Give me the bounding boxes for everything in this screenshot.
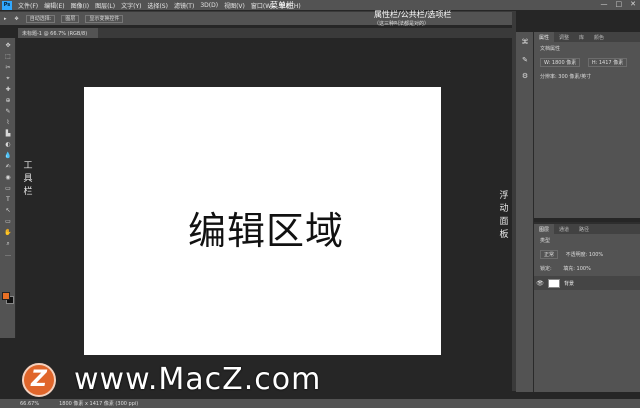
tab-channels[interactable]: 通道	[554, 224, 574, 234]
status-bar: 66.67% 1800 像素 x 1417 像素 (300 ppi)	[0, 399, 640, 408]
tab-layers[interactable]: 图层	[534, 224, 555, 234]
layer-thumbnail	[548, 278, 560, 288]
close-icon[interactable]: ✕	[630, 0, 636, 8]
zoom-tool-icon[interactable]: ⌕	[3, 240, 13, 247]
adjust-panel-icon[interactable]: ⚙	[520, 72, 530, 80]
resolution-value: 分辨率: 300 像素/英寸	[540, 74, 592, 80]
auto-select-checkbox[interactable]: 自动选择:	[25, 14, 56, 23]
panel-dock: ⌘ ✎ ⚙	[516, 32, 534, 392]
menu-file[interactable]: 文件(F)	[15, 1, 41, 10]
tab-adjustments[interactable]: 调整	[554, 32, 574, 42]
rectangle-tool-icon[interactable]: ▭	[3, 218, 13, 225]
toolbar-annotation-char: 具	[23, 174, 33, 184]
show-transform-controls-checkbox[interactable]: 显示变换控件	[85, 14, 124, 23]
layer-name: 背景	[564, 280, 575, 287]
macz-logo-icon: Z	[22, 362, 56, 397]
move-tool-icon[interactable]: ✥	[3, 42, 13, 49]
tab-color[interactable]: 颜色	[589, 32, 609, 42]
floating-annotation-char: 面	[499, 217, 509, 227]
healing-brush-tool-icon[interactable]: ✎	[3, 108, 13, 115]
layer-item-background[interactable]: 👁 背景	[534, 276, 640, 290]
eyedropper-tool-icon[interactable]: ⊕	[3, 97, 13, 104]
layer-kind-filter[interactable]: 类型	[534, 234, 640, 247]
doc-info: 1800 像素 x 1417 像素 (300 ppi)	[59, 401, 139, 407]
blend-opacity-row: 正常 不透明度: 100%	[534, 247, 640, 262]
toolbar: ✥ ⬚ ✂ ⌖ ✚ ⊕ ✎ ⌇ ▙ ◐ 💧 ✍ ◉ ▭ T ↖ ▭ ✋ ⌕ …	[0, 38, 16, 338]
more-tools-icon[interactable]: …	[3, 251, 13, 258]
crop-tool-icon[interactable]: ✚	[3, 86, 13, 93]
floating-panel-annotation: 浮 动 面 板	[497, 190, 511, 242]
type-tool-icon[interactable]: T	[3, 196, 13, 203]
floating-annotation-char: 板	[499, 230, 509, 240]
toolbar-annotation-char: 栏	[23, 187, 33, 197]
move-tool-icon[interactable]: ✥	[11, 16, 23, 22]
menu-bar: Ps 文件(F) 编辑(E) 图像(I) 图层(L) 文字(Y) 选择(S) 滤…	[0, 0, 640, 10]
toolbar-annotation-char: 工	[23, 161, 33, 171]
menu-select[interactable]: 选择(S)	[144, 1, 171, 10]
document-tab-bar: 未标题-1 @ 66.7% (RGB/8)	[18, 28, 512, 38]
blend-mode-select[interactable]: 正常	[540, 250, 559, 259]
history-panel-icon[interactable]: ⌘	[520, 38, 530, 46]
size-fields: W: 1800 像素 H: 1417 像素	[534, 55, 640, 70]
auto-select-target-dropdown[interactable]: 图层	[61, 14, 80, 23]
menubar-annotation: 菜单栏	[270, 1, 294, 10]
watermark: Z www.MacZ.com	[22, 362, 321, 397]
layers-panel: 图层 通道 路径 类型 正常 不透明度: 100% 锁定: 填充: 100% 👁…	[534, 222, 640, 392]
maximize-icon[interactable]: □	[616, 0, 623, 8]
brush-panel-icon[interactable]: ✎	[520, 56, 530, 64]
optionsbar-annotation-note: （这三种叫法都是对的）	[374, 21, 430, 27]
menu-edit[interactable]: 编辑(E)	[41, 1, 67, 10]
watermark-text: www.MacZ.com	[74, 362, 322, 397]
lasso-tool-icon[interactable]: ✂	[3, 64, 13, 71]
menu-filter[interactable]: 滤镜(T)	[171, 1, 197, 10]
menu-view[interactable]: 视图(V)	[221, 1, 248, 10]
tab-libraries[interactable]: 库	[574, 32, 589, 42]
menu-type[interactable]: 文字(Y)	[118, 1, 144, 10]
properties-panel: 属性 调整 库 颜色 文档属性 W: 1800 像素 H: 1417 像素 分辨…	[534, 32, 640, 218]
visibility-eye-icon[interactable]: 👁	[534, 280, 546, 287]
menu-layer[interactable]: 图层(L)	[92, 1, 118, 10]
hand-tool-icon[interactable]: ✋	[3, 229, 13, 236]
zoom-level[interactable]: 66.67%	[20, 401, 39, 407]
floating-annotation-char: 浮	[499, 191, 509, 201]
tab-properties[interactable]: 属性	[534, 32, 555, 42]
optionsbar-annotation: 属性栏/公共栏/选项栏	[374, 10, 452, 19]
floating-annotation-char: 动	[499, 204, 509, 214]
path-select-tool-icon[interactable]: ↖	[3, 207, 13, 214]
doc-properties-label: 文档属性	[540, 46, 561, 52]
lock-fill-row: 锁定: 填充: 100%	[534, 262, 640, 275]
dodge-tool-icon[interactable]: ◉	[3, 174, 13, 181]
tab-paths[interactable]: 路径	[574, 224, 594, 234]
width-field[interactable]: W: 1800 像素	[540, 58, 581, 67]
marquee-tool-icon[interactable]: ⬚	[3, 53, 13, 60]
brush-tool-icon[interactable]: ⌇	[3, 119, 13, 126]
foreground-color-swatch[interactable]	[2, 292, 10, 300]
home-icon[interactable]: ▸	[0, 16, 11, 22]
photoshop-logo-icon[interactable]: Ps	[2, 0, 12, 10]
properties-tabs: 属性 调整 库 颜色	[534, 32, 640, 42]
lock-label: 锁定:	[540, 266, 552, 272]
canvas-label: 编辑区域	[188, 209, 345, 253]
height-field[interactable]: H: 1417 像素	[587, 58, 628, 67]
gradient-tool-icon[interactable]: ✍	[3, 163, 13, 170]
history-brush-tool-icon[interactable]: ◐	[3, 141, 13, 148]
menu-image[interactable]: 图像(I)	[68, 1, 92, 10]
layers-tabs: 图层 通道 路径	[534, 224, 640, 234]
clone-stamp-tool-icon[interactable]: ▙	[3, 130, 13, 137]
toolbar-annotation: 工 具 栏	[22, 160, 34, 199]
eraser-tool-icon[interactable]: 💧	[3, 152, 13, 159]
opacity-value[interactable]: 不透明度: 100%	[566, 252, 604, 258]
fill-value[interactable]: 填充: 100%	[563, 266, 591, 272]
quick-select-tool-icon[interactable]: ⌖	[3, 75, 13, 82]
pen-tool-icon[interactable]: ▭	[3, 185, 13, 192]
window-controls: — □ ✕	[601, 0, 637, 8]
menu-3d[interactable]: 3D(D)	[197, 2, 221, 9]
minimize-icon[interactable]: —	[601, 0, 608, 8]
document-tab[interactable]: 未标题-1 @ 66.7% (RGB/8)	[18, 28, 98, 38]
